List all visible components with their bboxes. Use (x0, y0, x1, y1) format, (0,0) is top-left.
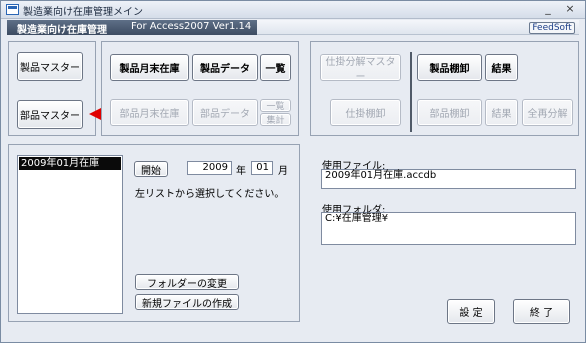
app-name: 製造業向け在庫管理 (17, 25, 107, 36)
part-master-button[interactable]: 部品マスター (17, 100, 83, 129)
main-window: 製造業向け在庫管理メイン _ × 製造業向け在庫管理 For Access200… (0, 0, 586, 343)
instruction-text: 左リストから選択してください。 (135, 189, 285, 200)
product-month-end-button[interactable]: 製品月末在庫 (110, 54, 189, 81)
header-band: 製造業向け在庫管理 For Access2007 Ver1.14 (7, 20, 257, 36)
minimize-button[interactable]: _ (541, 3, 555, 16)
spec-breakdown-master-button[interactable]: 仕掛分解マスター (320, 54, 401, 83)
part-list-button[interactable]: 一覧 (260, 99, 291, 112)
part-month-end-button[interactable]: 部品月末在庫 (110, 99, 189, 126)
part-total-button[interactable]: 集計 (260, 113, 291, 126)
inventory-file-list[interactable]: 2009年01月在庫 (17, 155, 123, 314)
close-button[interactable]: × (563, 3, 577, 16)
month-field[interactable]: 01 (251, 161, 273, 175)
year-label: 年 (236, 166, 246, 177)
part-stocktake-button[interactable]: 部品棚卸 (417, 99, 482, 126)
app-version: For Access2007 Ver1.14 (131, 21, 252, 32)
product-stocktake-button[interactable]: 製品棚卸 (417, 54, 482, 81)
month-label: 月 (278, 166, 288, 177)
part-result-button[interactable]: 結果 (485, 99, 518, 126)
product-result-button[interactable]: 結果 (485, 54, 518, 81)
product-list-button[interactable]: 一覧 (260, 54, 291, 81)
feedsoft-button[interactable]: FeedSoft (529, 22, 575, 34)
panel-divider (410, 52, 412, 132)
change-folder-button[interactable]: フォルダーの変更 (135, 274, 239, 290)
form-icon (6, 4, 19, 15)
settings-button[interactable]: 設 定 (447, 299, 495, 324)
list-item[interactable]: 2009年01月在庫 (19, 157, 121, 170)
product-data-button[interactable]: 製品データ (192, 54, 258, 81)
window-title: 製造業向け在庫管理メイン (23, 7, 143, 18)
folder-field[interactable]: C:¥在庫管理¥ (321, 212, 576, 245)
spec-inventory-button[interactable]: 仕掛棚卸 (330, 99, 401, 126)
part-data-button[interactable]: 部品データ (192, 99, 258, 126)
title-bar[interactable]: 製造業向け在庫管理メイン _ × (1, 1, 585, 19)
new-file-button[interactable]: 新規ファイルの作成 (135, 294, 239, 310)
exit-button[interactable]: 終 了 (513, 299, 570, 324)
file-field[interactable]: 2009年01月在庫.accdb (321, 169, 576, 189)
form-header: 製造業向け在庫管理 For Access2007 Ver1.14 (7, 20, 579, 36)
open-button[interactable]: 開始 (134, 161, 168, 177)
year-field[interactable]: 2009 (187, 161, 232, 175)
product-master-button[interactable]: 製品マスター (17, 52, 83, 81)
full-breakdown-button[interactable]: 全再分解 (522, 99, 573, 126)
